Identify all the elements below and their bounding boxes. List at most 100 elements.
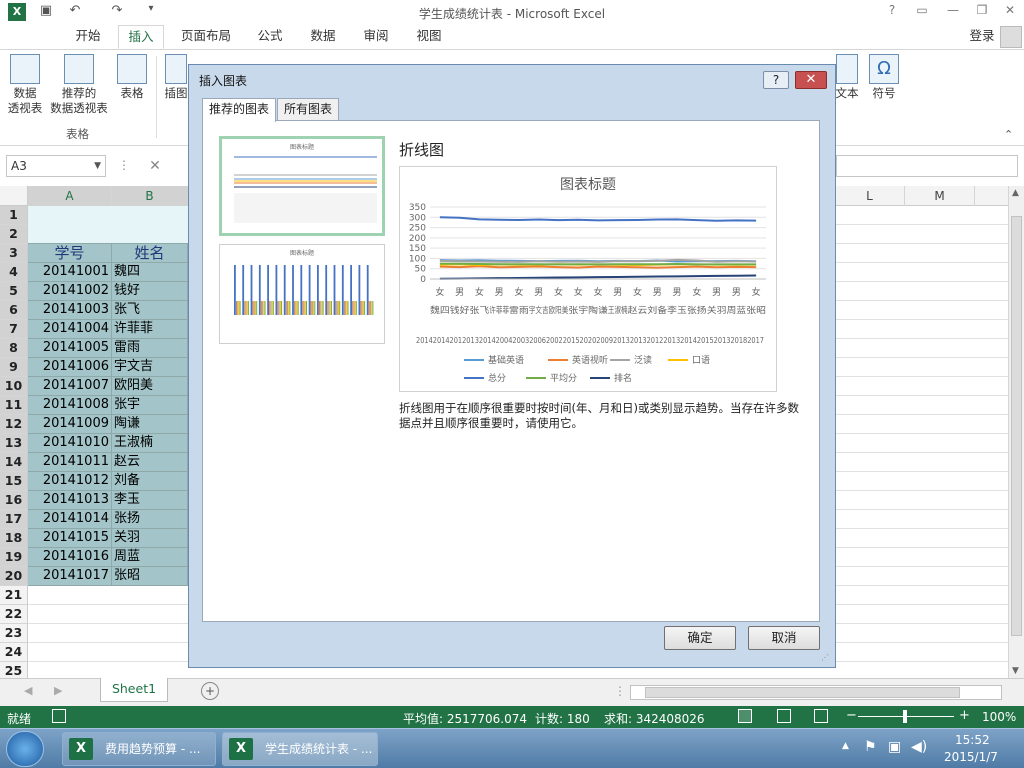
cell-student-name[interactable]: 许菲菲 xyxy=(112,320,188,339)
help-icon[interactable]: ? xyxy=(880,3,904,21)
row-header[interactable]: 24 xyxy=(0,643,28,662)
avatar[interactable] xyxy=(1000,26,1022,48)
vertical-scrollbar[interactable]: ▲ ▼ xyxy=(1008,186,1024,678)
cell-student-name[interactable]: 钱好 xyxy=(112,282,188,301)
clock-date[interactable]: 2015/1/7 xyxy=(944,750,998,764)
cell-student-name[interactable]: 张昭 xyxy=(112,567,188,586)
tab-home[interactable]: 开始 xyxy=(66,25,110,49)
row-header[interactable]: 13 xyxy=(0,434,28,453)
minimize-icon[interactable]: — xyxy=(941,3,965,21)
formula-input[interactable] xyxy=(836,155,1018,177)
col-header-a[interactable]: A xyxy=(28,186,112,206)
cell-student-id[interactable]: 20141010 xyxy=(28,434,112,453)
scrollbar-thumb[interactable] xyxy=(1011,216,1022,636)
ribbon-display-icon[interactable]: ▭ xyxy=(910,3,934,21)
row-header[interactable]: 23 xyxy=(0,624,28,643)
row-header[interactable]: 18 xyxy=(0,529,28,548)
cell-student-name[interactable]: 赵云 xyxy=(112,453,188,472)
recommended-pivot-button[interactable]: 推荐的 数据透视表 xyxy=(48,54,110,116)
row-header[interactable]: 22 xyxy=(0,605,28,624)
zoom-in-icon[interactable]: + xyxy=(959,708,970,723)
cell-student-id[interactable]: 20141008 xyxy=(28,396,112,415)
row-header[interactable]: 2 xyxy=(0,225,28,244)
flag-icon[interactable]: ⚑ xyxy=(864,739,877,755)
row-header[interactable]: 19 xyxy=(0,548,28,567)
row-header[interactable]: 21 xyxy=(0,586,28,605)
cell-student-id[interactable]: 20141015 xyxy=(28,529,112,548)
row-header[interactable]: 8 xyxy=(0,339,28,358)
row-header[interactable]: 5 xyxy=(0,282,28,301)
zoom-slider-thumb[interactable] xyxy=(903,710,907,723)
header-cell-name[interactable]: 姓名 xyxy=(112,244,188,263)
cell-student-name[interactable]: 王淑楠 xyxy=(112,434,188,453)
tab-data[interactable]: 数据 xyxy=(303,25,343,49)
row-header[interactable]: 10 xyxy=(0,377,28,396)
add-sheet-button[interactable]: + xyxy=(201,682,219,700)
row-header[interactable]: 7 xyxy=(0,320,28,339)
row-header[interactable]: 6 xyxy=(0,301,28,320)
name-box[interactable]: A3 ▼ xyxy=(6,155,106,177)
tray-expand-icon[interactable]: ▲ xyxy=(842,741,849,751)
cell-student-name[interactable]: 张扬 xyxy=(112,510,188,529)
cell-student-name[interactable]: 宇文吉 xyxy=(112,358,188,377)
resize-grip-icon[interactable]: ⋰ xyxy=(821,653,829,662)
row-header[interactable]: 14 xyxy=(0,453,28,472)
row-header[interactable]: 16 xyxy=(0,491,28,510)
cell-student-id[interactable]: 20141012 xyxy=(28,472,112,491)
next-sheet-icon[interactable]: ▶ xyxy=(54,684,62,697)
row-header[interactable]: 17 xyxy=(0,510,28,529)
start-button[interactable] xyxy=(6,731,44,767)
tab-view[interactable]: 视图 xyxy=(409,25,449,49)
cell-student-name[interactable]: 雷雨 xyxy=(112,339,188,358)
chart-thumbnail-column[interactable]: 图表标题 xyxy=(219,244,385,344)
restore-icon[interactable]: ❐ xyxy=(970,3,994,21)
row-header[interactable]: 20 xyxy=(0,567,28,586)
tab-formulas[interactable]: 公式 xyxy=(250,25,290,49)
col-header-l[interactable]: L xyxy=(835,186,905,206)
cell-student-id[interactable]: 20141004 xyxy=(28,320,112,339)
sheet-tab-sheet1[interactable]: Sheet1 xyxy=(100,678,168,702)
collapse-ribbon-icon[interactable]: ⌃ xyxy=(1004,128,1013,141)
cell-student-id[interactable]: 20141017 xyxy=(28,567,112,586)
cell-student-id[interactable]: 20141016 xyxy=(28,548,112,567)
taskbar-app-budget[interactable]: X 费用趋势预算 - ... xyxy=(62,732,216,766)
tab-page-layout[interactable]: 页面布局 xyxy=(176,25,236,49)
col-header-b[interactable]: B xyxy=(112,186,188,206)
zoom-out-icon[interactable]: − xyxy=(846,708,857,723)
pivot-table-button[interactable]: 数据 透视表 xyxy=(4,54,46,116)
cell-student-name[interactable]: 魏四 xyxy=(112,263,188,282)
cell-student-name[interactable]: 关羽 xyxy=(112,529,188,548)
cell-student-id[interactable]: 20141014 xyxy=(28,510,112,529)
cell-student-id[interactable]: 20141002 xyxy=(28,282,112,301)
horizontal-scrollbar[interactable] xyxy=(630,685,1002,700)
chart-thumbnail-line[interactable]: 图表标题 xyxy=(219,136,385,236)
row-header[interactable]: 4 xyxy=(0,263,28,282)
page-break-view-icon[interactable] xyxy=(814,709,828,723)
col-header-m[interactable]: M xyxy=(905,186,975,206)
select-all-corner[interactable] xyxy=(0,186,28,206)
symbols-button[interactable]: Ω 符号 xyxy=(866,54,902,101)
table-button[interactable]: 表格 xyxy=(114,54,150,101)
scroll-down-icon[interactable]: ▼ xyxy=(1012,666,1019,676)
cell-student-name[interactable]: 周蓝 xyxy=(112,548,188,567)
hscroll-thumb[interactable] xyxy=(645,687,960,698)
zoom-level[interactable]: 100% xyxy=(982,710,1016,724)
macro-record-icon[interactable] xyxy=(52,709,66,723)
tab-recommended-charts[interactable]: 推荐的图表 xyxy=(202,98,277,122)
prev-sheet-icon[interactable]: ◀ xyxy=(24,684,32,697)
normal-view-icon[interactable] xyxy=(738,709,752,723)
row-header[interactable]: 3 xyxy=(0,244,28,263)
cancel-formula-icon[interactable]: ✕ xyxy=(140,155,170,177)
page-layout-view-icon[interactable] xyxy=(777,709,791,723)
dialog-close-button[interactable]: ✕ xyxy=(795,71,827,89)
clock-time[interactable]: 15:52 xyxy=(955,733,990,747)
row-header[interactable]: 9 xyxy=(0,358,28,377)
volume-icon[interactable]: ◀) xyxy=(911,739,927,755)
tab-insert[interactable]: 插入 xyxy=(118,25,164,49)
cancel-button[interactable]: 取消 xyxy=(748,626,820,650)
row-header[interactable]: 1 xyxy=(0,206,28,225)
network-icon[interactable]: ▣ xyxy=(888,739,901,755)
scroll-up-icon[interactable]: ▲ xyxy=(1012,188,1019,198)
row-header[interactable]: 12 xyxy=(0,415,28,434)
tab-review[interactable]: 审阅 xyxy=(356,25,396,49)
